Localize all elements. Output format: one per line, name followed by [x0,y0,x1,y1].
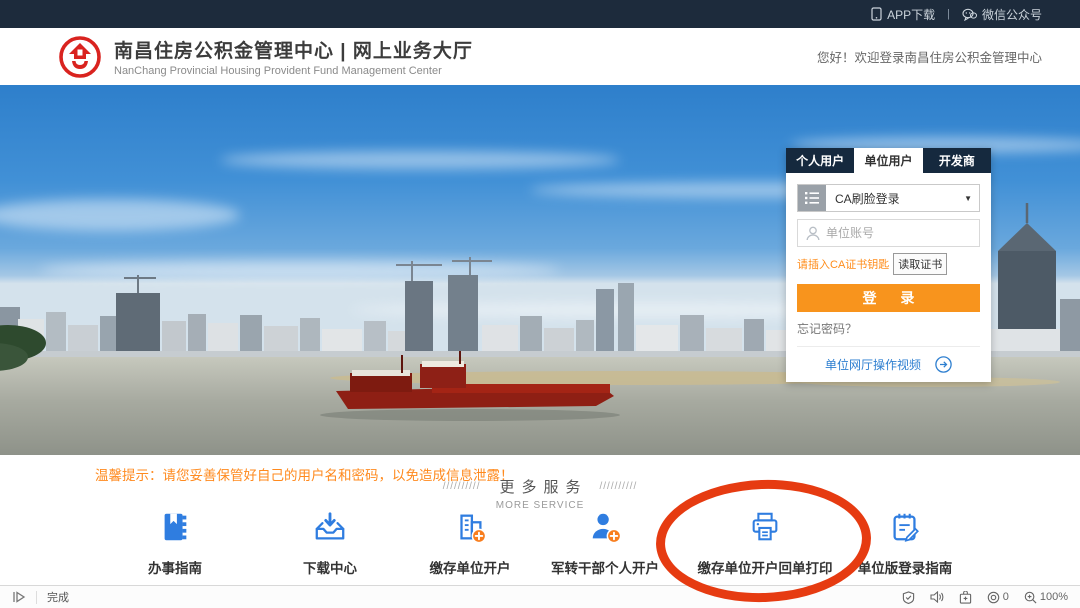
app-download-label: APP下载 [887,6,935,23]
blocked-ads-counter[interactable]: 0 [987,591,1009,604]
login-button[interactable]: 登 录 [797,284,980,312]
read-certificate-button[interactable]: 读取证书 [893,253,947,275]
building-plus-icon [453,510,487,544]
service-guide[interactable]: 办事指南 [85,510,265,577]
account-input[interactable] [826,226,966,240]
reader-mode-icon[interactable] [12,591,26,603]
sound-button[interactable] [930,591,944,603]
app-download-link[interactable]: APP下载 [871,6,935,23]
zoom-control[interactable]: 100% [1024,591,1068,604]
tab-company-user[interactable]: 单位用户 [854,148,922,173]
page-load-status: 完成 [47,589,69,605]
site-subtitle: NanChang Provincial Housing Provident Fu… [114,65,473,77]
top-utility-bar: APP下载 | 微信公众号 [0,0,1080,28]
login-method-value: CA刷脸登录 [826,190,964,207]
wechat-label: 微信公众号 [982,6,1042,23]
forgot-password-link[interactable]: 忘记密码？ [797,320,980,337]
hatch-left: ////////// [443,481,481,492]
more-services-header: ////////// 更多服务 ////////// MORE SERVICE [0,476,1080,511]
hero-banner: 个人用户 单位用户 开发商 CA刷脸登录 ▼ [0,85,1080,455]
service-label: 军转干部个人开户 [515,557,695,577]
more-services-title: 更多服务 [492,476,587,497]
shield-check-icon [902,591,915,604]
wechat-link[interactable]: 微信公众号 [962,6,1042,23]
more-services-section: 温馨提示：请您妥善保管好自己的用户名和密码，以免造成信息泄露！ ////////… [0,455,1080,585]
notebook-pen-icon [888,510,922,544]
printer-icon [748,510,782,544]
extension-box-button[interactable] [959,591,972,604]
chevron-down-icon: ▼ [964,194,979,203]
user-icon [806,226,820,241]
welcome-text: 您好！欢迎登录南昌住房公积金管理中心 [817,47,1042,66]
account-input-row [797,219,980,247]
topbar-separator: | [947,8,950,20]
arrow-right-circle-icon[interactable] [935,356,952,373]
browser-status-bar: 完成 0 [0,585,1080,608]
zoom-level-value: 100% [1040,591,1068,603]
ad-block-icon [987,591,1000,604]
service-military-personal-account[interactable]: 军转干部个人开户 [515,510,695,577]
phone-icon [871,7,882,21]
tab-personal-user[interactable]: 个人用户 [786,148,854,173]
statusbar-divider [36,591,37,604]
security-shield-button[interactable] [902,591,915,604]
login-method-select[interactable]: CA刷脸登录 ▼ [797,184,980,212]
tab-developer[interactable]: 开发商 [923,148,991,173]
person-plus-icon [588,510,622,544]
service-label: 单位版登录指南 [815,557,995,577]
download-icon [313,510,347,544]
list-icon [798,185,826,211]
site-title: 南昌住房公积金管理中心 | 网上业务大厅 [114,36,473,63]
ca-key-hint: 请插入CA证书钥匙 [797,256,889,272]
wechat-icon [962,8,977,21]
site-header: 南昌住房公积金管理中心 | 网上业务大厅 NanChang Provincial… [0,28,1080,85]
service-company-login-guide[interactable]: 单位版登录指南 [815,510,995,577]
provident-fund-logo-icon [58,35,102,79]
blocked-ads-count: 0 [1003,591,1009,603]
speaker-icon [930,591,944,603]
service-label: 办事指南 [85,557,265,577]
zoom-magnifier-icon [1024,591,1037,604]
company-portal-video-link[interactable]: 单位网厅操作视频 [825,356,921,373]
hatch-right: ////////// [600,481,638,492]
login-tabs: 个人用户 单位用户 开发商 [786,148,991,173]
box-plus-icon [959,591,972,604]
book-icon [158,510,192,544]
login-panel: 个人用户 单位用户 开发商 CA刷脸登录 ▼ [786,148,991,382]
